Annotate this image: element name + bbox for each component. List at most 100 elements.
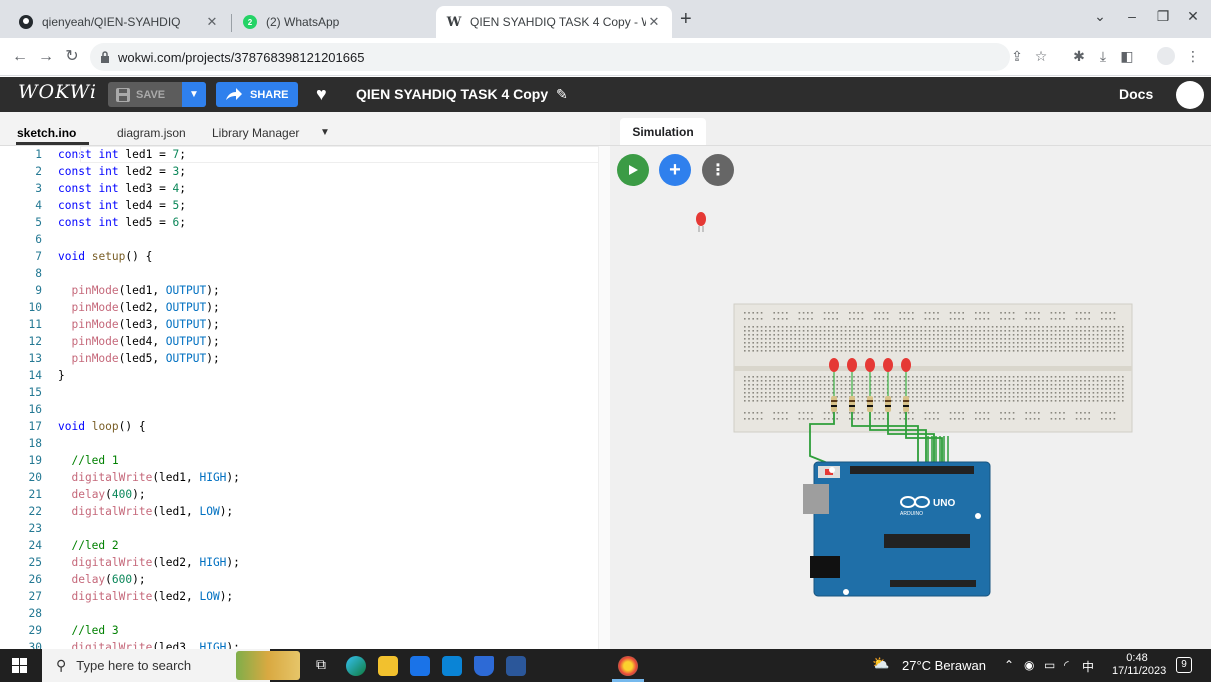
weather-text[interactable]: 27°C Berawan (902, 658, 986, 673)
resistor-1[interactable] (831, 396, 837, 412)
heart-icon[interactable]: ♥ (316, 84, 327, 105)
download-icon[interactable]: ⤓ (1094, 48, 1112, 65)
weather-icon[interactable]: ⛅ (872, 655, 889, 672)
extensions-icon[interactable]: ✱ (1070, 48, 1088, 65)
project-title[interactable]: QIEN SYAHDIQ TASK 4 Copy ✎ (356, 86, 568, 103)
code-line[interactable]: 29 //led 3 (0, 622, 600, 639)
bookmark-star-icon[interactable]: ☆ (1032, 48, 1050, 65)
code-line[interactable]: 10 pinMode(led2, OUTPUT); (0, 299, 600, 316)
file-explorer-icon[interactable] (378, 656, 398, 676)
code-line[interactable]: 15 (0, 384, 600, 401)
code-line[interactable]: 11 pinMode(led3, OUTPUT); (0, 316, 600, 333)
notification-center-icon[interactable]: 9 (1176, 656, 1192, 673)
code-editor-panel: sketch.ino diagram.json Library Manager … (0, 112, 610, 649)
code-line[interactable]: 16 (0, 401, 600, 418)
browser-tab-wokwi[interactable]: W QIEN SYAHDIQ TASK 4 Copy - W ✕ (436, 6, 672, 38)
wifi-icon[interactable]: ◜ (1064, 658, 1069, 672)
more-menu-icon[interactable]: ⋮ (1184, 48, 1202, 65)
code-line[interactable]: 9 pinMode(led1, OUTPUT); (0, 282, 600, 299)
chevron-down-icon[interactable]: ▼ (320, 127, 330, 138)
editor-tabs: sketch.ino diagram.json Library Manager … (0, 112, 610, 146)
back-arrow-icon[interactable]: ← (10, 47, 30, 67)
code-line[interactable]: 23 (0, 520, 600, 537)
code-line[interactable]: 2 const int led2 = 3; (0, 163, 600, 180)
tab-simulation[interactable]: Simulation (620, 118, 706, 146)
lock-icon (100, 51, 110, 63)
network-icon[interactable]: ◉ (1024, 658, 1034, 672)
mail-icon[interactable] (442, 656, 462, 676)
code-line[interactable]: 19 //led 1 (0, 452, 600, 469)
arduino-uno-board[interactable]: UNO ARDUINO (803, 461, 991, 597)
task-view-icon[interactable]: ⧉ (316, 656, 326, 673)
code-line[interactable]: 5 const int led5 = 6; (0, 214, 600, 231)
reload-icon[interactable]: ↻ (62, 47, 82, 67)
code-line[interactable]: 17 void loop() { (0, 418, 600, 435)
browser-tab-github[interactable]: qienyeah/QIEN-SYAHDIQ ✕ (8, 6, 230, 38)
code-area[interactable]: 1 const int led1 = 7; 2 const int led2 = 3;… (0, 146, 600, 649)
chrome-icon[interactable] (618, 656, 638, 676)
tab-diagram-json[interactable]: diagram.json (117, 126, 186, 140)
close-icon[interactable]: ✕ (204, 14, 220, 30)
code-line[interactable]: 14} (0, 367, 600, 384)
ime-icon[interactable]: 中 (1082, 658, 1094, 675)
line-number: 29 (28, 624, 42, 637)
code-line[interactable]: 12 pinMode(led4, OUTPUT); (0, 333, 600, 350)
new-tab-button[interactable]: + (680, 9, 692, 29)
code-line[interactable]: 24 //led 2 (0, 537, 600, 554)
chevron-down-icon[interactable]: ▼ (182, 82, 206, 107)
clock[interactable]: 0:48 17/11/2023 (1112, 652, 1166, 678)
code-line[interactable]: 4 const int led4 = 5; (0, 197, 600, 214)
wokwi-logo[interactable]: WOKWi (18, 81, 97, 103)
profile-avatar[interactable] (1157, 47, 1175, 65)
code-line[interactable]: 6 (0, 231, 600, 248)
resistor-4[interactable] (885, 396, 891, 412)
address-bar[interactable]: wokwi.com/projects/378768398121201665 (90, 43, 1010, 71)
code-line[interactable]: 18 (0, 435, 600, 452)
code-line[interactable]: 3 const int led3 = 4; (0, 180, 600, 197)
battery-icon[interactable]: ▭ (1044, 658, 1055, 672)
pencil-icon[interactable]: ✎ (556, 86, 568, 102)
circuit-canvas[interactable]: UNO ARDUINO (610, 146, 1211, 649)
stray-led[interactable] (696, 212, 706, 232)
forward-arrow-icon[interactable]: → (36, 47, 56, 67)
search-icon: ⚲ (56, 657, 67, 673)
code-line[interactable]: 25 digitalWrite(led2, HIGH); (0, 554, 600, 571)
microsoft-store-icon[interactable] (410, 656, 430, 676)
code-line[interactable]: 26 delay(600); (0, 571, 600, 588)
share-page-icon[interactable]: ⇪ (1008, 48, 1026, 65)
share-button[interactable]: SHARE (216, 82, 298, 107)
code-line[interactable]: 8 (0, 265, 600, 282)
breadboard[interactable] (733, 303, 1133, 433)
docs-link[interactable]: Docs (1119, 86, 1153, 102)
code-line[interactable]: 20 digitalWrite(led1, HIGH); (0, 469, 600, 486)
close-icon[interactable]: ✕ (646, 14, 662, 30)
editor-scrollbar[interactable] (598, 146, 610, 649)
resistor-3[interactable] (867, 396, 873, 412)
resistor-5[interactable] (903, 396, 909, 412)
windows-start-icon[interactable] (12, 658, 27, 676)
word-icon[interactable] (506, 656, 526, 676)
code-line[interactable]: 30 digitalWrite(led3, HIGH); (0, 639, 600, 649)
code-line[interactable]: 13 pinMode(led5, OUTPUT); (0, 350, 600, 367)
code-line[interactable]: 7 void setup() { (0, 248, 600, 265)
user-avatar[interactable] (1176, 81, 1204, 109)
code-line[interactable]: 27 digitalWrite(led2, LOW); (0, 588, 600, 605)
line-number: 16 (28, 403, 42, 416)
badge-app-icon[interactable] (474, 656, 494, 676)
chevron-up-icon[interactable]: ⌃ (1004, 658, 1014, 672)
code-line[interactable]: 28 (0, 605, 600, 622)
code-line[interactable]: 22 digitalWrite(led1, LOW); (0, 503, 600, 520)
tab-search-icon[interactable]: ⌄ (1090, 8, 1110, 25)
minimize-button[interactable]: – (1122, 8, 1142, 24)
edge-icon[interactable] (346, 656, 366, 676)
close-window-button[interactable]: ✕ (1183, 8, 1203, 25)
side-panel-icon[interactable]: ◧ (1118, 48, 1136, 65)
save-button[interactable]: SAVE ▼ (108, 82, 206, 107)
restore-button[interactable]: ❐ (1153, 8, 1173, 25)
code-text: pinMode(led2, OUTPUT); (71, 301, 220, 314)
resistor-2[interactable] (849, 396, 855, 412)
browser-tab-whatsapp[interactable]: 2 (2) WhatsApp (232, 6, 426, 38)
tab-library-manager[interactable]: Library Manager (212, 126, 299, 140)
tab-sketch-ino[interactable]: sketch.ino (17, 126, 76, 140)
code-line[interactable]: 21 delay(400); (0, 486, 600, 503)
